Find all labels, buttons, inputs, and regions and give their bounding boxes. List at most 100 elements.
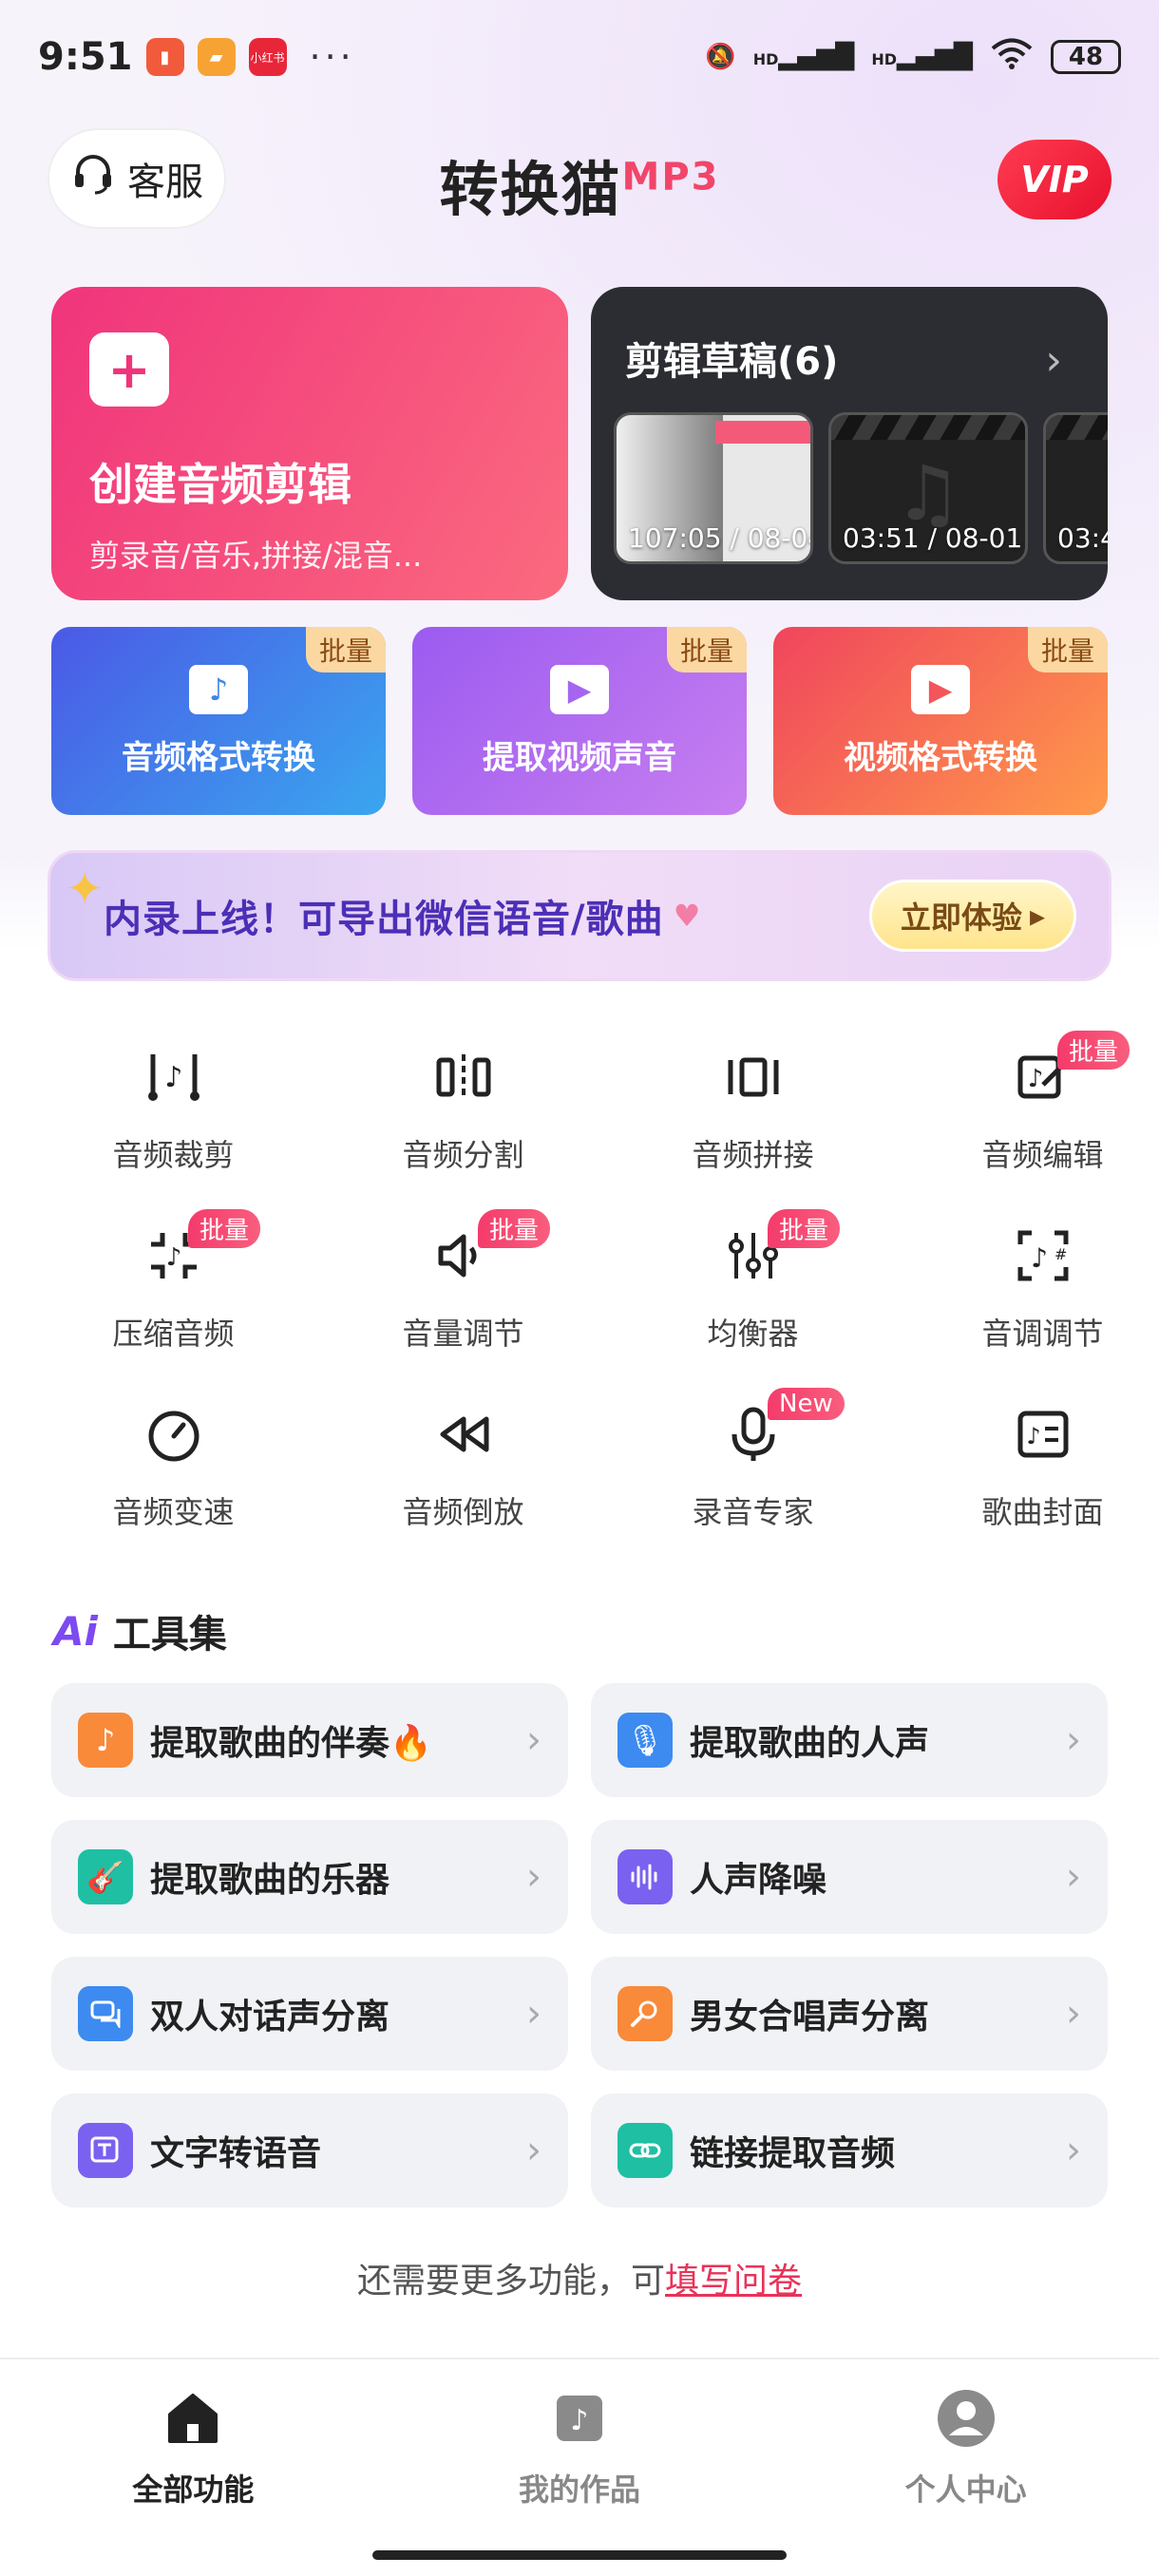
- toolbox-list: ♪ 提取歌曲的伴奏🔥 › 🎙 提取歌曲的人声 › 🎸 提取歌曲的乐器 › 人声降…: [51, 1683, 1108, 2207]
- link-extract-audio-item[interactable]: 链接提取音频 ›: [591, 2093, 1108, 2207]
- tile-label: 视频格式转换: [844, 738, 1037, 777]
- audio-trim-tool[interactable]: ♪ 音频裁剪: [28, 1031, 318, 1209]
- edit-drafts-card[interactable]: 剪辑草稿(6) › 107:05 / 08-04 ♫ 03:51 / 08-01…: [591, 287, 1108, 600]
- tool-grid-row: 批量 ♪ 压缩音频 批量 音量调节 批量 均衡器 ♪ # 音调调节: [28, 1209, 1159, 1388]
- tool-item-label: 提取歌曲的伴奏🔥: [150, 1724, 432, 1763]
- main-feature-tiles: 批量 ♪ 音频格式转换 批量 ▶ 提取视频声音 批量 ▶ 视频格式转换: [51, 627, 1108, 815]
- audio-split-icon: [430, 1044, 497, 1110]
- home-icon: [162, 2388, 223, 2449]
- pitch-icon: ♪ #: [1010, 1222, 1076, 1289]
- tool-label: 压缩音频: [112, 1316, 235, 1352]
- plus-icon: +: [89, 332, 169, 407]
- audio-format-convert-tile[interactable]: 批量 ♪ 音频格式转换: [51, 627, 386, 815]
- compress-audio-tool[interactable]: 批量 ♪ 压缩音频: [28, 1209, 318, 1388]
- audio-speed-tool[interactable]: 音频变速: [28, 1388, 318, 1566]
- audio-join-icon: [720, 1044, 787, 1110]
- cover-icon: ♪: [1010, 1401, 1076, 1468]
- audio-folder-icon: ♪: [189, 664, 248, 714]
- volume-adjust-tool[interactable]: 批量 音量调节: [318, 1209, 608, 1388]
- nav-profile[interactable]: 个人中心: [772, 2359, 1159, 2576]
- video-format-convert-tile[interactable]: 批量 ▶ 视频格式转换: [773, 627, 1108, 815]
- batch-badge: 批量: [768, 1209, 841, 1248]
- tool-label: 音频编辑: [981, 1137, 1104, 1173]
- bottom-navigation: 全部功能 ♪ 我的作品 个人中心: [0, 2358, 1159, 2576]
- tool-item-label: 链接提取音频: [690, 2134, 896, 2173]
- home-indicator[interactable]: [372, 2550, 787, 2560]
- extract-vocals-item[interactable]: 🎙 提取歌曲的人声 ›: [591, 1683, 1108, 1797]
- chevron-right-icon: ›: [1066, 2129, 1081, 2172]
- draft-thumbnail[interactable]: ♫ 03:51 / 08-01: [828, 412, 1028, 564]
- status-app-icons: ▮ ▰ 小红书: [145, 38, 287, 76]
- tool-label: 音调调节: [981, 1316, 1104, 1352]
- film-strip: [1046, 415, 1108, 440]
- extract-video-audio-tile[interactable]: 批量 ▶ 提取视频声音: [412, 627, 747, 815]
- user-icon: [936, 2388, 997, 2449]
- chevron-right-icon[interactable]: ›: [1045, 336, 1062, 385]
- survey-link[interactable]: 填写问卷: [665, 2262, 802, 2301]
- toolbox-title: 工具集: [112, 1613, 227, 1657]
- ai-sparkle-icon: Ai: [53, 1607, 98, 1655]
- chevron-right-icon: ›: [526, 1992, 542, 2036]
- batch-badge: 批量: [305, 627, 386, 672]
- status-indicators: 🔕 HD▂▄▆█ HD▂▄▆█ 48: [705, 38, 1121, 77]
- tool-grid-row: 音频变速 音频倒放 New 录音专家 ♪ 歌曲封面: [28, 1388, 1159, 1566]
- dialogue-separation-item[interactable]: 双人对话声分离 ›: [51, 1957, 568, 2071]
- nav-my-works[interactable]: ♪ 我的作品: [387, 2359, 773, 2576]
- create-audio-edit-card[interactable]: + 创建音频剪辑 剪录音/音乐,拼接/混音...: [51, 287, 568, 600]
- promo-banner[interactable]: ✦ 内录上线！可导出微信语音/歌曲 ♥ 立即体验 ▸: [48, 850, 1112, 981]
- app-title-suffix: MP3: [621, 155, 720, 199]
- music-file-icon: ♪: [549, 2388, 610, 2449]
- create-card-title: 创建音频剪辑: [89, 459, 352, 510]
- sing-mic-icon: [618, 1986, 673, 2041]
- app-icon-orange: ▰: [197, 38, 236, 76]
- audio-join-tool[interactable]: 音频拼接: [608, 1031, 898, 1209]
- audio-split-tool[interactable]: 音频分割: [318, 1031, 608, 1209]
- tool-item-label: 提取歌曲的乐器: [150, 1861, 390, 1900]
- video-camera-icon: ▶: [911, 664, 970, 714]
- draft-thumbnail-label: 03:51 / 08-01: [843, 522, 1023, 554]
- draft-thumbnail[interactable]: 107:05 / 08-04: [614, 412, 813, 564]
- signal-icon: HD▂▄▆█: [752, 43, 855, 71]
- extract-accompaniment-item[interactable]: ♪ 提取歌曲的伴奏🔥 ›: [51, 1683, 568, 1797]
- equalizer-tool[interactable]: 批量 均衡器: [608, 1209, 898, 1388]
- chevron-right-icon: ›: [526, 2129, 542, 2172]
- nav-label: 全部功能: [132, 2472, 255, 2508]
- nav-all-features[interactable]: 全部功能: [0, 2359, 387, 2576]
- app-screen: 9:51 ▮ ▰ 小红书 ··· 🔕 HD▂▄▆█ HD▂▄▆█ 48 客服 转…: [0, 0, 1159, 2576]
- vip-button[interactable]: VIP: [998, 140, 1112, 219]
- xiaohongshu-icon: 小红书: [248, 38, 287, 76]
- text-to-speech-item[interactable]: 文字转语音 ›: [51, 2093, 568, 2207]
- play-triangle-icon: ▸: [1029, 898, 1045, 934]
- try-now-button[interactable]: 立即体验 ▸: [868, 880, 1076, 952]
- app-title-text: 转换猫: [439, 155, 622, 224]
- chorus-separation-item[interactable]: 男女合唱声分离 ›: [591, 1957, 1108, 2071]
- extract-instruments-item[interactable]: 🎸 提取歌曲的乐器 ›: [51, 1820, 568, 1934]
- new-badge: New: [768, 1388, 845, 1420]
- batch-badge: 批量: [188, 1209, 261, 1248]
- song-cover-tool[interactable]: ♪ 歌曲封面: [898, 1388, 1159, 1566]
- pitch-adjust-tool[interactable]: ♪ # 音调调节: [898, 1209, 1159, 1388]
- batch-badge: 批量: [478, 1209, 551, 1248]
- chevron-right-icon: ›: [1066, 1992, 1081, 2036]
- drafts-title: 剪辑草稿(6): [625, 340, 839, 384]
- tool-grid: ♪ 音频裁剪 音频分割 音频拼接 批量 ♪ 音频编辑 批量 ♪ 压缩音频 批量 …: [28, 1031, 1159, 1566]
- tool-label: 音频分割: [402, 1137, 524, 1173]
- tool-item-label: 双人对话声分离: [150, 1998, 390, 2036]
- draft-thumbnail[interactable]: 03:4: [1043, 412, 1108, 564]
- audio-edit-tool[interactable]: 批量 ♪ 音频编辑: [898, 1031, 1159, 1209]
- nav-label: 我的作品: [519, 2472, 641, 2508]
- batch-badge: 批量: [666, 627, 747, 672]
- tool-item-label: 男女合唱声分离: [690, 1998, 930, 2036]
- chevron-right-icon: ›: [526, 1718, 542, 1762]
- waveform-strip: [715, 421, 810, 444]
- audio-reverse-tool[interactable]: 音频倒放: [318, 1388, 608, 1566]
- tool-item-label: 人声降噪: [690, 1861, 827, 1900]
- battery-icon: 48: [1051, 40, 1121, 74]
- svg-text:#: #: [1054, 1245, 1067, 1263]
- voice-denoise-item[interactable]: 人声降噪 ›: [591, 1820, 1108, 1934]
- app-title: 转换猫MP3: [0, 142, 1159, 227]
- chevron-right-icon: ›: [1066, 1855, 1081, 1899]
- status-bar: 9:51 ▮ ▰ 小红书 ··· 🔕 HD▂▄▆█ HD▂▄▆█ 48: [0, 0, 1159, 114]
- signal-icon-2: HD▂▄▆█: [871, 43, 973, 71]
- recording-expert-tool[interactable]: New 录音专家: [608, 1388, 898, 1566]
